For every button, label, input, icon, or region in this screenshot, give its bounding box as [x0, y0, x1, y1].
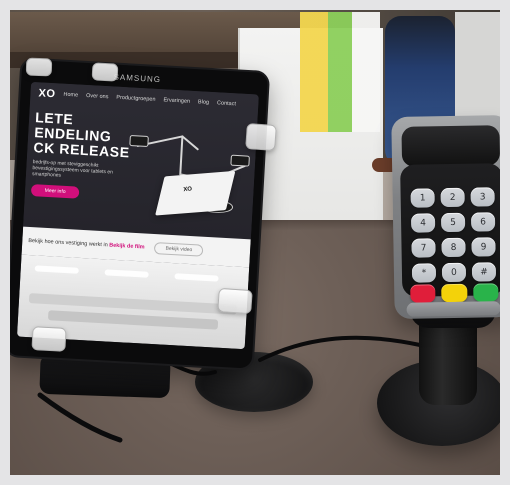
nav-item-contact[interactable]: Contact [217, 100, 236, 107]
terminal-key-4[interactable]: 4 [410, 213, 436, 233]
band-video-button[interactable]: Bekijk video [154, 242, 204, 257]
terminal-key-8[interactable]: 8 [441, 237, 466, 258]
product-device-logo: XO [183, 186, 193, 194]
store-row [47, 310, 219, 330]
terminal-key-3[interactable]: 3 [470, 187, 495, 207]
tablet-clamp [25, 57, 53, 77]
terminal-key-hash[interactable]: # [471, 262, 497, 282]
payment-terminal-top [401, 125, 501, 167]
key-label: 4 [420, 217, 427, 229]
nav-item-home[interactable]: Home [63, 92, 78, 99]
terminal-key-1[interactable]: 1 [410, 188, 435, 208]
band-text-accent[interactable]: Bekijk de film [109, 243, 145, 251]
key-label: 8 [450, 242, 457, 253]
nav-item-ervaringen[interactable]: Ervaringen [163, 97, 190, 104]
payment-terminal-bottom [406, 301, 501, 317]
terminal-key-2[interactable]: 2 [440, 187, 465, 208]
product-illustration: XO [115, 115, 257, 232]
key-label: 1 [419, 192, 426, 204]
terminal-key-0[interactable]: 0 [441, 262, 467, 283]
terminal-function-keys [410, 283, 499, 303]
terminal-ok-key[interactable] [472, 283, 499, 302]
terminal-keypad: 1 2 3 4 5 6 7 8 9 * 0 # [410, 187, 497, 283]
terminal-clear-key[interactable] [441, 283, 468, 303]
nav-item-blog[interactable]: Blog [198, 99, 209, 106]
store-light [34, 265, 79, 274]
terminal-key-star[interactable]: * [411, 263, 437, 283]
band-text: Bekijk hoe ons vestiging werkt in Bekijk… [28, 238, 145, 250]
band-text-prefix: Bekijk hoe ons vestiging werkt in [28, 237, 108, 249]
key-label: # [480, 266, 488, 278]
website-header: XO Home Over ons Productgroepen Ervaring… [23, 81, 259, 240]
nav-item-over-ons[interactable]: Over ons [86, 93, 109, 100]
store-light [174, 273, 219, 282]
key-label: 6 [480, 216, 487, 228]
terminal-key-7[interactable]: 7 [411, 238, 436, 258]
terminal-key-9[interactable]: 9 [471, 237, 496, 257]
scene: SAMSUNG XO Home Over ons Productgroepen … [0, 0, 510, 485]
product-device-card [155, 170, 236, 216]
key-label: 7 [420, 242, 427, 254]
tablet-clamp [91, 62, 119, 82]
nav-item-productgroepen[interactable]: Productgroepen [116, 95, 155, 103]
store-light [104, 269, 149, 278]
terminal-key-5[interactable]: 5 [440, 212, 466, 233]
key-label: 2 [449, 192, 456, 203]
tablet-clamp [31, 326, 67, 352]
key-label: 3 [479, 191, 486, 203]
hero-subtitle: bedrijfs-op met steviggeschikt bevestigi… [31, 159, 114, 179]
tablet-clamp [217, 287, 253, 315]
payment-terminal-icon: 1 2 3 4 5 6 7 8 9 * 0 # [391, 114, 510, 320]
key-label: * [421, 267, 427, 279]
terminal-key-6[interactable]: 6 [470, 212, 496, 232]
tablet-clamp [245, 122, 277, 152]
tablet-brand: SAMSUNG [113, 72, 162, 85]
terminal-cancel-key[interactable] [410, 284, 436, 303]
key-label: 9 [480, 241, 487, 253]
key-label: 5 [450, 217, 457, 228]
key-label: 0 [451, 267, 457, 278]
website-logo[interactable]: XO [38, 87, 56, 100]
tablet-icon: SAMSUNG XO Home Over ons Productgroepen … [3, 57, 271, 371]
hero-cta-button[interactable]: Meer info [30, 184, 80, 199]
